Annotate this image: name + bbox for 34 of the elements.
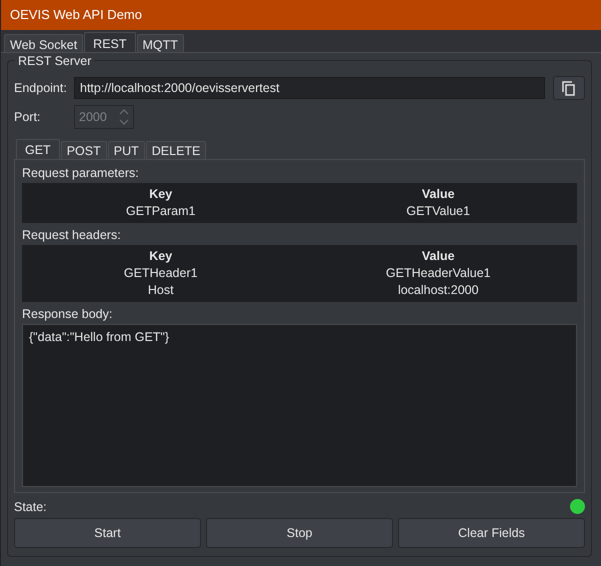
copy-button[interactable] bbox=[553, 76, 585, 100]
tab[interactable]: DELETE bbox=[146, 141, 206, 159]
state-label: State: bbox=[14, 500, 47, 514]
window-title: OEVIS Web API Demo bbox=[1, 0, 601, 30]
section-label: Request parameters: bbox=[22, 165, 140, 182]
table-cell-text: GETHeader1 bbox=[122, 265, 199, 282]
column-header: Key bbox=[148, 248, 174, 265]
endpoint-label: Endpoint: bbox=[14, 81, 66, 95]
table-cell-text: GETParam1 bbox=[125, 203, 196, 220]
spin-arrows-icon bbox=[119, 108, 129, 126]
tab[interactable]: GET bbox=[16, 139, 60, 159]
action-button[interactable]: Start bbox=[14, 518, 201, 548]
tab[interactable]: MQTT bbox=[136, 34, 184, 54]
action-button[interactable]: Clear Fields bbox=[398, 518, 585, 548]
group-title: REST Server bbox=[15, 54, 94, 68]
column-header: Key bbox=[148, 186, 174, 203]
column-header: Value bbox=[420, 186, 456, 203]
table-cell-text: GETHeaderValue1 bbox=[384, 265, 492, 282]
tab[interactable]: REST bbox=[84, 32, 136, 54]
table-cell-text: GETValue1 bbox=[405, 203, 472, 220]
action-button[interactable]: Stop bbox=[206, 518, 393, 548]
tab[interactable]: POST bbox=[60, 141, 107, 159]
table-cell-text: Host bbox=[146, 282, 175, 299]
response-text-area[interactable]: {"data":"Hello from GET"} bbox=[22, 324, 577, 487]
tab[interactable]: Web Socket bbox=[4, 34, 84, 54]
section-label: Request headers: bbox=[22, 227, 122, 244]
response-text: {"data":"Hello from GET"} bbox=[29, 330, 170, 344]
table-cell-text: localhost:2000 bbox=[396, 282, 480, 299]
column-header: Value bbox=[420, 248, 456, 265]
port-label: Port: bbox=[14, 110, 42, 124]
tab[interactable]: PUT bbox=[108, 141, 145, 159]
copy-icon bbox=[561, 80, 577, 96]
endpoint-field[interactable]: http://localhost:2000/oevisservertest bbox=[74, 77, 545, 99]
section-label: Response body: bbox=[22, 306, 114, 323]
